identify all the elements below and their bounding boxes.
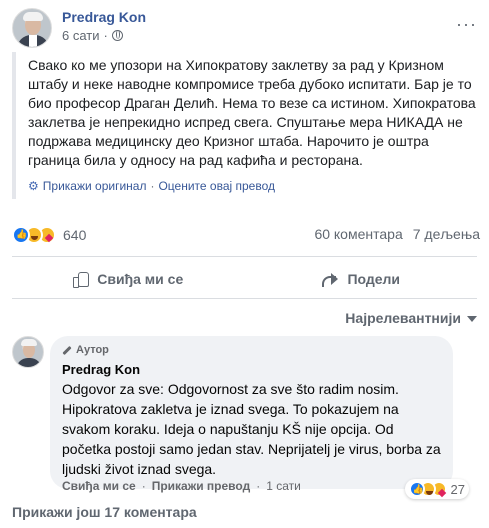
stats-right: 60 коментара 7 дељења — [314, 226, 480, 242]
comment-actions: Свиђа ми се · Прикажи превод · 1 сати — [62, 479, 301, 493]
like-reaction-icon — [12, 226, 30, 244]
post-author-name[interactable]: Predrag Kon — [62, 9, 146, 25]
reaction-count[interactable]: 640 — [63, 227, 86, 243]
translate-separator: · — [150, 179, 155, 193]
author-avatar[interactable] — [12, 8, 52, 48]
show-original-link[interactable]: Прикажи оригинал — [43, 179, 147, 193]
pencil-icon — [62, 345, 72, 355]
like-reaction-icon — [408, 481, 425, 497]
comment-separator: · — [256, 479, 261, 493]
thumbs-up-icon — [73, 271, 90, 288]
comment-reaction-count: 27 — [450, 481, 465, 497]
like-button[interactable]: Свиђа ми се — [12, 262, 245, 296]
post-header: Predrag Kon 6 сати · ··· — [12, 8, 477, 48]
post-text: Свако ко ме упозори на Хипократову закле… — [28, 57, 476, 168]
comment-sort-dropdown[interactable]: Најрелевантнији — [345, 310, 477, 326]
commenter-avatar[interactable] — [12, 336, 44, 368]
divider — [12, 256, 477, 257]
show-translation-button[interactable]: Прикажи превод — [152, 479, 251, 493]
comment-text: Odgovor za sve: Odgovornost za sve što r… — [62, 381, 441, 477]
comment-count[interactable]: 60 коментара — [314, 226, 402, 242]
rate-translation-link[interactable]: Оцените овај превод — [158, 179, 275, 193]
divider — [12, 298, 477, 299]
comment-like-button[interactable]: Свиђа ми се — [62, 479, 136, 493]
comment-reactions[interactable]: 27 — [404, 479, 469, 499]
post-stats: 640 60 коментара 7 дељења — [12, 226, 480, 248]
post-meta: 6 сати · — [62, 28, 123, 43]
translation-bar: ⚙ Прикажи оригинал · Оцените овај превод — [28, 179, 479, 193]
post-time[interactable]: 6 сати — [62, 28, 100, 43]
share-arrow-icon — [321, 272, 339, 287]
share-button[interactable]: Подели — [245, 262, 478, 296]
author-badge-label: Аутор — [76, 344, 109, 356]
view-more-comments-link[interactable]: Прикажи још 17 коментара — [12, 504, 197, 520]
meta-separator: · — [103, 28, 108, 43]
comment-author-name[interactable]: Predrag Kon — [62, 362, 441, 377]
comment-time[interactable]: 1 сати — [266, 479, 301, 493]
author-badge: Аутор — [62, 344, 441, 356]
gear-icon: ⚙ — [28, 179, 39, 193]
like-button-label: Свиђа ми се — [97, 271, 184, 287]
post-actions: Свиђа ми се Подели — [12, 262, 477, 296]
sort-label: Најрелевантнији — [345, 310, 461, 326]
share-count[interactable]: 7 дељења — [413, 226, 480, 242]
comment-separator: · — [141, 479, 146, 493]
share-button-label: Подели — [347, 271, 401, 287]
caret-down-icon — [467, 316, 477, 322]
post-body: Свако ко ме упозори на Хипократову закле… — [12, 52, 479, 199]
more-options-icon[interactable]: ··· — [456, 14, 477, 35]
comment-bubble: Аутор Predrag Kon Odgovor za sve: Odgovo… — [50, 336, 469, 499]
reaction-summary[interactable]: 640 — [12, 226, 86, 244]
globe-icon — [111, 30, 123, 41]
